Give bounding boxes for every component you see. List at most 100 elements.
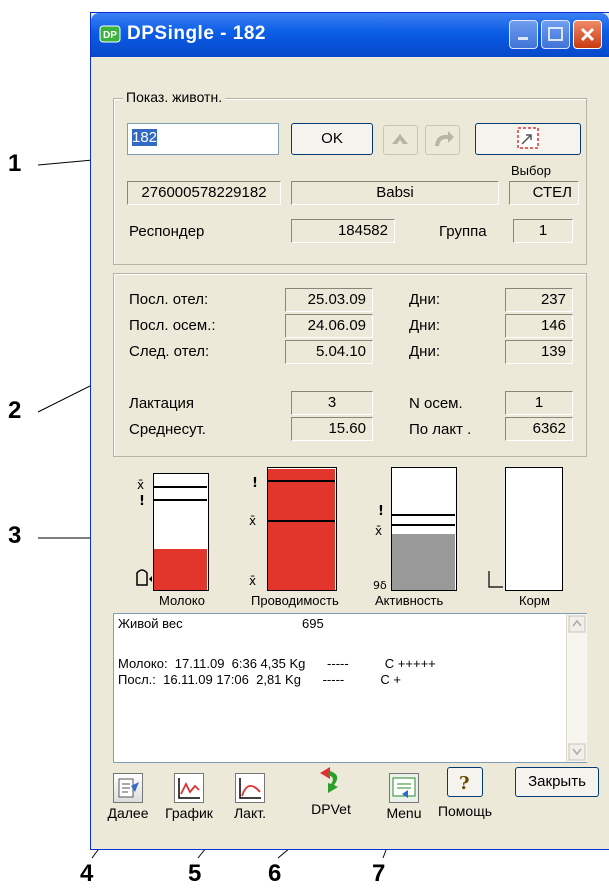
lactation-label: Лактация (129, 395, 195, 412)
app-icon: DP (99, 25, 121, 43)
menu-icon (389, 773, 419, 803)
svg-text:!: ! (139, 494, 145, 509)
milk-info-line: Молоко: 17.11.09 6:36 4,35 Kg ----- C ++… (118, 656, 436, 671)
conductivity-bar (267, 467, 337, 591)
next-icon (113, 773, 143, 803)
daily-avg-label: Среднесут. (129, 421, 206, 438)
svg-text:!: ! (252, 476, 258, 491)
conductivity-bar-fill (268, 469, 335, 590)
indicator-panel: x̄ ! Молоко ! x̄ x̄ Проводимость ! x̄ 9δ (111, 461, 591, 611)
daily-avg-value: 15.60 (291, 417, 373, 441)
graph-label: График (165, 805, 213, 821)
last-insem-label: Посл. осем.: (129, 317, 216, 334)
responder-label: Респондер (129, 223, 205, 240)
svg-text:DP: DP (103, 30, 117, 41)
group-value: 1 (513, 219, 573, 243)
activity-bar (391, 467, 457, 591)
select-animal-label: Выбор (511, 163, 551, 178)
animal-group-legend: Показ. животн. (123, 89, 226, 105)
milk-label: Молоко (159, 593, 205, 608)
next-animal-button[interactable] (425, 125, 460, 155)
info-scrollbar[interactable] (566, 614, 587, 762)
next-button[interactable]: Далее (101, 773, 155, 821)
graph-button[interactable]: График (159, 773, 219, 821)
svg-text:x̄: x̄ (375, 524, 382, 538)
maximize-icon (548, 27, 563, 41)
svg-text:x̄: x̄ (249, 574, 256, 588)
lact-label: Лакт. (233, 805, 266, 821)
help-button[interactable]: ? Помощь (433, 767, 497, 819)
close-window-button[interactable] (573, 20, 602, 49)
select-animal-button[interactable] (475, 123, 581, 155)
next-calving-days-label: Дни: (409, 343, 440, 360)
activity-markers-icon: ! x̄ 9δ (373, 504, 387, 592)
conductivity-label: Проводимость (251, 593, 339, 608)
next-calving-days: 139 (505, 340, 573, 364)
milk-bar (153, 473, 209, 591)
last-info-line: Посл.: 16.11.09 17:06 2,81 Kg ----- C + (118, 672, 401, 687)
callout-1: 1 (8, 150, 22, 177)
callout-4: 4 (80, 860, 94, 887)
callout-7: 7 (372, 860, 386, 887)
feed-marker-icon (488, 571, 503, 588)
last-calving-date: 25.03.09 (285, 288, 373, 312)
ok-button[interactable]: OK (291, 123, 373, 155)
help-label: Помощь (437, 803, 493, 819)
milk-bar-fill (154, 549, 207, 590)
arrow-back-icon (392, 134, 408, 144)
info-box[interactable]: Живой вес 695 Молоко: 17.11.09 6:36 4,35… (113, 613, 587, 763)
activity-label: Активность (375, 593, 444, 608)
dpvet-icon (316, 765, 346, 795)
next-label: Далее (107, 805, 149, 821)
per-lact-value: 6362 (505, 417, 573, 441)
dpvet-button[interactable]: DPVet (303, 765, 359, 817)
conductivity-markers-icon: ! x̄ x̄ (249, 476, 258, 588)
arrow-forward-icon (435, 131, 454, 146)
prev-animal-button[interactable] (383, 125, 418, 155)
svg-text:!: ! (378, 504, 384, 519)
graph-icon (174, 773, 204, 803)
title-bar[interactable]: DP DPSingle - 182 (91, 13, 609, 57)
dpsingle-window: DP DPSingle - 182 Показ. животн. 182 OK … (90, 12, 609, 850)
animal-status: СТЕЛ (509, 181, 579, 205)
lact-button[interactable]: Лакт. (225, 773, 275, 821)
minimize-icon (518, 37, 528, 40)
animal-number-input[interactable]: 182 (127, 123, 279, 155)
dpvet-label: DPVet (311, 801, 351, 817)
callout-5: 5 (188, 860, 202, 887)
window-title: DPSingle - 182 (127, 23, 266, 44)
last-calving-days-label: Дни: (409, 291, 440, 308)
group-label: Группа (439, 223, 487, 240)
callout-6: 6 (268, 860, 282, 887)
menu-label: Menu (386, 805, 422, 821)
svg-text:x̄: x̄ (137, 478, 144, 492)
next-calving-date: 5.04.10 (285, 340, 373, 364)
feed-label: Корм (519, 593, 550, 608)
last-calving-days: 237 (505, 288, 573, 312)
last-calving-label: Посл. отел: (129, 291, 209, 308)
lactation-curve-icon (235, 773, 265, 803)
maximize-button[interactable] (541, 20, 570, 49)
live-weight-label: Живой вес (118, 616, 183, 631)
last-insem-date: 24.06.09 (285, 314, 373, 338)
menu-button[interactable]: Menu (379, 773, 429, 821)
animal-name: Babsi (291, 181, 499, 205)
insem-count-value: 1 (505, 391, 573, 415)
select-animal-icon (517, 127, 539, 149)
feed-bar (505, 467, 563, 591)
callout-3: 3 (8, 522, 22, 549)
svg-text:?: ? (459, 773, 470, 794)
per-lact-label: По лакт . (409, 421, 472, 438)
svg-text:x̄: x̄ (249, 514, 256, 528)
help-icon: ? (459, 773, 470, 794)
insem-count-label: N осем. (409, 395, 463, 412)
responder-value: 184582 (291, 219, 395, 243)
animal-number-value: 182 (132, 129, 158, 146)
animal-id-number: 276000578229182 (127, 181, 281, 205)
next-calving-label: След. отел: (129, 343, 210, 360)
last-insem-days-label: Дни: (409, 317, 440, 334)
close-icon (580, 27, 595, 42)
close-button[interactable]: Закрыть (515, 767, 599, 797)
svg-text:9δ: 9δ (373, 579, 387, 592)
minimize-button[interactable] (509, 20, 538, 49)
